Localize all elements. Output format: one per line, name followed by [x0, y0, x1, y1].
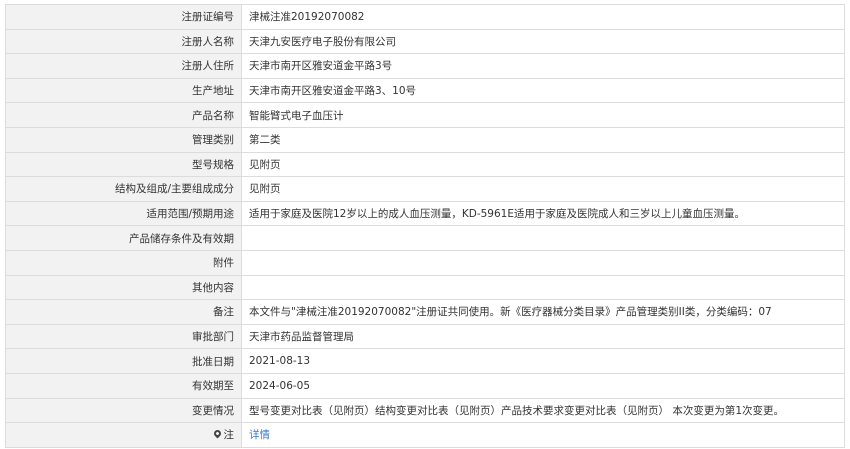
note-row: 注 详情 [5, 422, 845, 448]
field-label: 变更情况 [5, 397, 242, 424]
table-row: 管理类别 第二类 [5, 126, 845, 153]
field-value [241, 249, 845, 276]
registration-detail: 注册证编号 津械注准20192070082 注册人名称 天津九安医疗电子股份有限… [5, 4, 845, 448]
field-value [241, 274, 845, 301]
field-label: 注册人住所 [5, 53, 242, 79]
table-row: 审批部门 天津市药品监督管理局 [5, 323, 845, 350]
table-row: 产品储存条件及有效期 [5, 225, 845, 251]
field-label: 产品名称 [5, 102, 242, 128]
table-row: 有效期至 2024-06-05 [5, 372, 845, 399]
note-label-cell: 注 [5, 422, 242, 448]
field-label: 注册证编号 [5, 4, 242, 30]
field-value: 天津九安医疗电子股份有限公司 [241, 28, 845, 55]
table-row: 生产地址 天津市南开区雅安道金平路3、10号 [5, 77, 845, 104]
field-value: 天津市南开区雅安道金平路3、10号 [241, 77, 845, 104]
field-value: 智能臂式电子血压计 [241, 102, 845, 128]
note-label: 注 [223, 429, 235, 442]
field-value: 天津市南开区雅安道金平路3号 [241, 53, 845, 79]
field-value: 天津市药品监督管理局 [241, 323, 845, 350]
field-label: 结构及组成/主要组成成分 [5, 176, 242, 202]
field-label: 产品储存条件及有效期 [5, 225, 242, 251]
field-label: 生产地址 [5, 77, 242, 104]
field-value: 2021-08-13 [241, 348, 845, 374]
field-value: 适用于家庭及医院12岁以上的成人血压测量，KD-5961E适用于家庭及医院成人和… [241, 200, 845, 227]
field-value: 本文件与"津械注准20192070082"注册证共同使用。新《医疗器械分类目录》… [241, 299, 845, 325]
table-row: 注册人名称 天津九安医疗电子股份有限公司 [5, 28, 845, 55]
pin-icon [212, 428, 222, 439]
registration-info-table: 注册证编号 津械注准20192070082 注册人名称 天津九安医疗电子股份有限… [5, 4, 845, 448]
field-value: 2024-06-05 [241, 372, 845, 399]
field-label: 型号规格 [5, 151, 242, 178]
table-row: 变更情况 型号变更对比表（见附页）结构变更对比表（见附页）产品技术要求变更对比表… [5, 397, 845, 424]
table-row: 产品名称 智能臂式电子血压计 [5, 102, 845, 128]
field-value: 型号变更对比表（见附页）结构变更对比表（见附页）产品技术要求变更对比表（见附页）… [241, 397, 845, 424]
table-row: 注册证编号 津械注准20192070082 [5, 4, 845, 30]
field-label: 附件 [5, 249, 242, 276]
field-value [241, 225, 845, 251]
field-label: 管理类别 [5, 126, 242, 153]
field-label: 备注 [5, 299, 242, 325]
table-row: 批准日期 2021-08-13 [5, 348, 845, 374]
table-row: 适用范围/预期用途 适用于家庭及医院12岁以上的成人血压测量，KD-5961E适… [5, 200, 845, 227]
table-row: 其他内容 [5, 274, 845, 301]
details-link[interactable]: 详情 [249, 429, 270, 441]
field-value: 见附页 [241, 176, 845, 202]
field-label: 适用范围/预期用途 [5, 200, 242, 227]
field-value: 见附页 [241, 151, 845, 178]
table-row: 附件 [5, 249, 845, 276]
field-label: 注册人名称 [5, 28, 242, 55]
field-value: 津械注准20192070082 [241, 4, 845, 30]
field-label: 审批部门 [5, 323, 242, 350]
note-value-cell: 详情 [241, 422, 845, 448]
field-value: 第二类 [241, 126, 845, 153]
field-label: 其他内容 [5, 274, 242, 301]
table-row: 注册人住所 天津市南开区雅安道金平路3号 [5, 53, 845, 79]
field-label: 批准日期 [5, 348, 242, 374]
table-row: 备注 本文件与"津械注准20192070082"注册证共同使用。新《医疗器械分类… [5, 299, 845, 325]
table-row: 型号规格 见附页 [5, 151, 845, 178]
table-row: 结构及组成/主要组成成分 见附页 [5, 176, 845, 202]
field-label: 有效期至 [5, 372, 242, 399]
